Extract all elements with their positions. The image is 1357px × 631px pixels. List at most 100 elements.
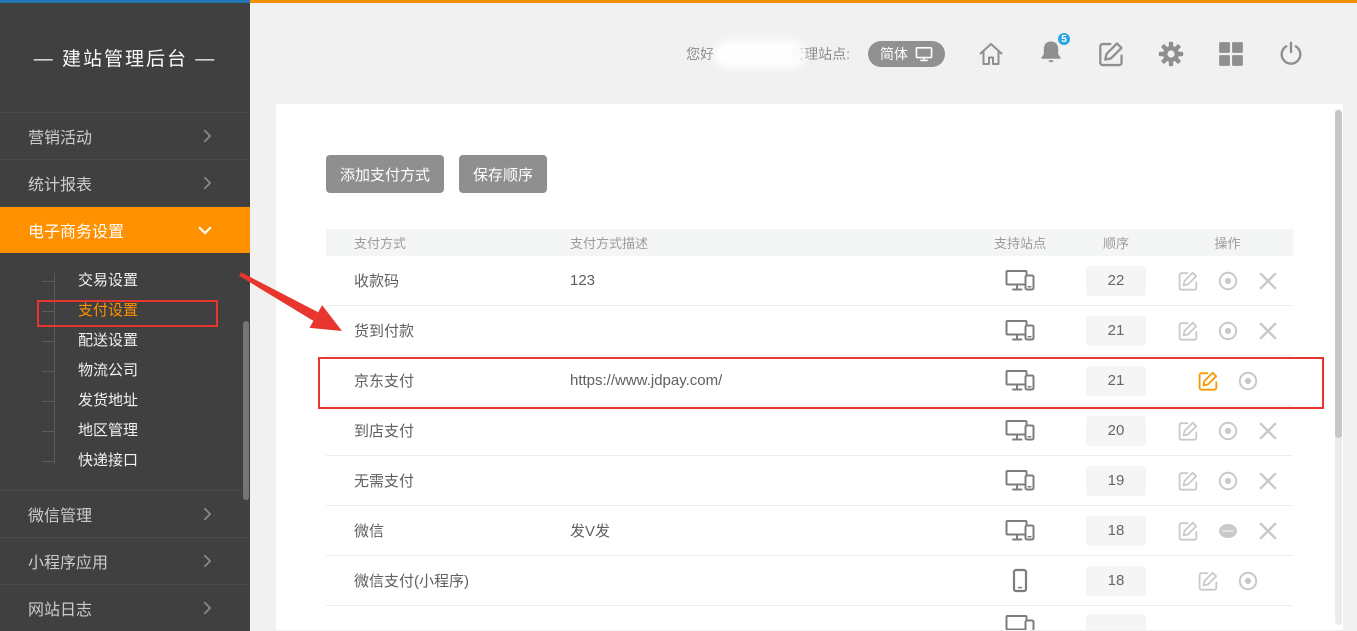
notifications-button[interactable]: 5 xyxy=(1037,38,1065,69)
payment-method-name: 到店支付 xyxy=(326,420,570,441)
submenu-item-shipping-address[interactable]: 发货地址 xyxy=(0,386,250,416)
edit-icon[interactable] xyxy=(1097,40,1125,68)
eye-icon[interactable] xyxy=(1237,570,1259,592)
submenu-item-trade-settings[interactable]: 交易设置 xyxy=(0,266,250,296)
sidebar-item-label: 统计报表 xyxy=(28,171,92,195)
column-header-description: 支付方式描述 xyxy=(570,233,970,252)
sidebar-item-marketing[interactable]: 营销活动 xyxy=(0,112,250,159)
language-site-button[interactable]: 简体 xyxy=(868,41,945,67)
payment-method-desc: 发V发 xyxy=(570,520,970,541)
chevron-right-icon xyxy=(203,601,212,615)
table-row-highlighted: 京东支付 https://www.jdpay.com/ xyxy=(326,356,1293,406)
edit-icon[interactable] xyxy=(1177,470,1199,492)
sidebar-item-label: 营销活动 xyxy=(28,124,92,148)
chevron-right-icon xyxy=(203,554,212,568)
order-input[interactable] xyxy=(1086,516,1146,546)
edit-icon[interactable] xyxy=(1197,570,1219,592)
home-icon[interactable] xyxy=(977,40,1005,68)
save-order-button[interactable]: 保存顺序 xyxy=(459,155,547,193)
gear-icon[interactable] xyxy=(1157,40,1185,68)
table-row: 微信支付(小程序) xyxy=(326,556,1293,606)
submenu-item-express-api[interactable]: 快递接口 xyxy=(0,446,250,476)
order-input[interactable] xyxy=(1086,266,1146,296)
sidebar-item-site-logs[interactable]: 网站日志 xyxy=(0,584,250,631)
delete-icon[interactable] xyxy=(1257,470,1279,492)
payment-method-name: 收款码 xyxy=(326,270,570,291)
order-input[interactable] xyxy=(1086,316,1146,346)
greeting-text: 您好 xyxy=(686,44,714,64)
eye-icon[interactable] xyxy=(1217,420,1239,442)
ecommerce-submenu: 交易设置 支付设置 配送设置 物流公司 发货地址 地区管理 快递接口 xyxy=(0,253,250,490)
delete-icon[interactable] xyxy=(1257,520,1279,542)
monitor-icon xyxy=(915,46,933,62)
desktop-mobile-icon xyxy=(1005,519,1035,543)
order-input[interactable] xyxy=(1086,566,1146,596)
submenu-item-region-management[interactable]: 地区管理 xyxy=(0,416,250,446)
greeting-group: 您好 管理站点: xyxy=(686,44,850,64)
payment-method-name: 微信 xyxy=(326,520,570,541)
desktop-mobile-icon xyxy=(1005,614,1035,630)
column-header-order: 顺序 xyxy=(1070,233,1162,252)
sidebar-item-ecommerce-settings[interactable]: 电子商务设置 xyxy=(0,206,250,253)
table-row: 货到付款 xyxy=(326,306,1293,356)
sidebar-item-label: 微信管理 xyxy=(28,502,92,526)
submenu-item-logistics-company[interactable]: 物流公司 xyxy=(0,356,250,386)
table-row-partial xyxy=(326,606,1293,621)
add-payment-method-button[interactable]: 添加支付方式 xyxy=(326,155,444,193)
notification-badge: 5 xyxy=(1056,31,1072,47)
language-label: 简体 xyxy=(880,44,908,64)
desktop-mobile-icon xyxy=(1005,369,1035,393)
order-input[interactable] xyxy=(1086,416,1146,446)
main-area: 您好 管理站点: 简体 5 添加支付方式 保存顺序 支付方式 支付方式描述 支持… xyxy=(250,0,1357,631)
sidebar-item-reports[interactable]: 统计报表 xyxy=(0,159,250,206)
desktop-mobile-icon xyxy=(1005,269,1035,293)
power-icon[interactable] xyxy=(1277,40,1305,68)
column-header-sites: 支持站点 xyxy=(970,233,1070,252)
content-scrollbar-thumb[interactable] xyxy=(1335,110,1342,438)
column-header-actions: 操作 xyxy=(1162,233,1293,252)
payment-method-name: 京东支付 xyxy=(326,370,570,391)
payment-methods-table: 支付方式 支付方式描述 支持站点 顺序 操作 收款码 123 xyxy=(326,229,1293,621)
table-header: 支付方式 支付方式描述 支持站点 顺序 操作 xyxy=(326,229,1293,256)
apps-grid-icon[interactable] xyxy=(1217,40,1245,68)
sidebar: — 建站管理后台 — 营销活动 统计报表 电子商务设置 交易设置 支付设置 配送… xyxy=(0,0,250,631)
eye-icon[interactable] xyxy=(1217,470,1239,492)
edit-icon[interactable] xyxy=(1177,520,1199,542)
redacted-username-blur xyxy=(718,44,802,64)
app-logo: — 建站管理后台 — xyxy=(0,3,250,112)
sidebar-item-label: 电子商务设置 xyxy=(28,218,124,242)
table-row: 微信 发V发 xyxy=(326,506,1293,556)
submenu-item-payment-settings[interactable]: 支付设置 xyxy=(0,296,250,326)
delete-icon[interactable] xyxy=(1257,270,1279,292)
eye-icon[interactable] xyxy=(1217,270,1239,292)
edit-icon[interactable] xyxy=(1177,270,1199,292)
payment-method-desc: https://www.jdpay.com/ xyxy=(570,372,970,389)
eye-icon[interactable] xyxy=(1217,320,1239,342)
content-card: 添加支付方式 保存顺序 支付方式 支付方式描述 支持站点 顺序 操作 收款码 1… xyxy=(276,104,1343,630)
payment-method-desc: 123 xyxy=(570,272,970,289)
edit-icon[interactable] xyxy=(1177,320,1199,342)
order-input[interactable] xyxy=(1086,466,1146,496)
sidebar-item-wechat[interactable]: 微信管理 xyxy=(0,490,250,537)
delete-icon[interactable] xyxy=(1257,420,1279,442)
desktop-mobile-icon xyxy=(1005,469,1035,493)
order-input[interactable] xyxy=(1086,614,1146,630)
chevron-down-icon xyxy=(198,226,212,235)
eye-icon[interactable] xyxy=(1237,370,1259,392)
submenu-item-delivery-settings[interactable]: 配送设置 xyxy=(0,326,250,356)
mobile-icon xyxy=(1012,568,1028,594)
sidebar-item-label: 小程序应用 xyxy=(28,549,108,573)
eye-hidden-icon[interactable] xyxy=(1217,520,1239,542)
sidebar-scrollbar[interactable] xyxy=(243,321,249,500)
delete-icon[interactable] xyxy=(1257,320,1279,342)
table-row: 到店支付 xyxy=(326,406,1293,456)
topbar: 您好 管理站点: 简体 5 xyxy=(250,3,1357,104)
order-input[interactable] xyxy=(1086,366,1146,396)
edit-icon-active[interactable] xyxy=(1197,370,1219,392)
table-row: 收款码 123 xyxy=(326,256,1293,306)
sidebar-item-miniprogram[interactable]: 小程序应用 xyxy=(0,537,250,584)
payment-method-name: 无需支付 xyxy=(326,470,570,491)
edit-icon[interactable] xyxy=(1177,420,1199,442)
chevron-right-icon xyxy=(203,129,212,143)
payment-method-name: 货到付款 xyxy=(326,320,570,341)
